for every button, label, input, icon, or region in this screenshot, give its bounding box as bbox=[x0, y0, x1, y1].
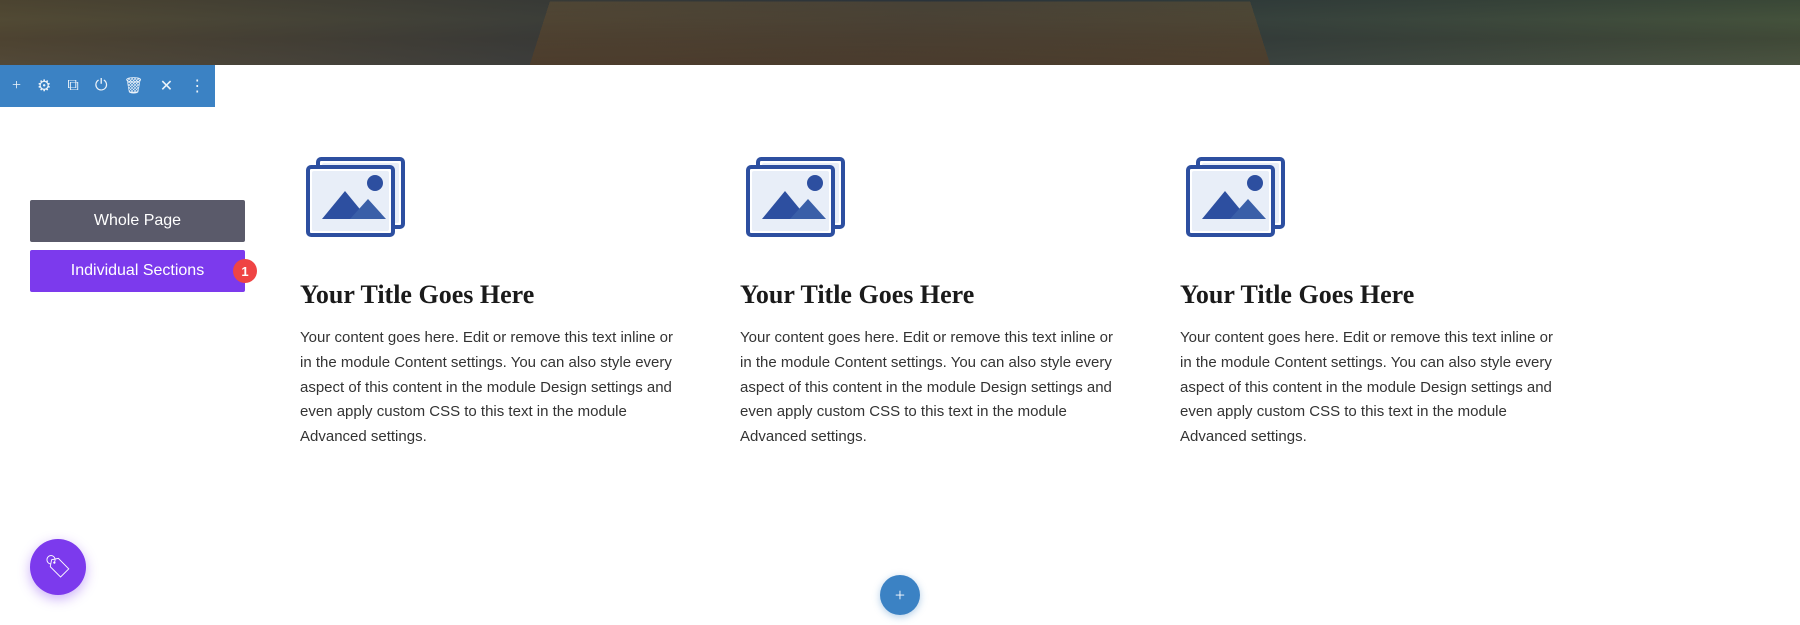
column-2-text: Your content goes here. Edit or remove t… bbox=[740, 326, 1120, 450]
image-placeholder-1 bbox=[300, 147, 420, 252]
image-placeholder-3 bbox=[1180, 147, 1300, 252]
content-column-2: Your Title Goes Here Your content goes h… bbox=[740, 147, 1120, 450]
column-1-text: Your content goes here. Edit or remove t… bbox=[300, 326, 680, 450]
tag-icon: 🏷 bbox=[44, 554, 72, 580]
add-icon[interactable]: + bbox=[12, 77, 21, 95]
main-content: Your Title Goes Here Your content goes h… bbox=[0, 107, 1800, 450]
content-column-3: Your Title Goes Here Your content goes h… bbox=[1180, 147, 1560, 450]
more-icon[interactable]: ⋮ bbox=[189, 76, 205, 96]
column-3-text: Your content goes here. Edit or remove t… bbox=[1180, 326, 1560, 450]
column-3-title: Your Title Goes Here bbox=[1180, 280, 1414, 310]
duplicate-icon[interactable]: ⧉ bbox=[67, 77, 78, 95]
column-1-title: Your Title Goes Here bbox=[300, 280, 534, 310]
toolbar: + ⚙ ⧉ ⏻ 🗑 ✕ ⋮ bbox=[0, 65, 215, 107]
content-column-1: Your Title Goes Here Your content goes h… bbox=[300, 147, 680, 450]
bottom-center-fab[interactable]: + bbox=[880, 575, 920, 615]
settings-icon[interactable]: ⚙ bbox=[37, 76, 51, 96]
close-icon[interactable]: ✕ bbox=[160, 76, 173, 96]
image-placeholder-2 bbox=[740, 147, 860, 252]
plus-icon: + bbox=[895, 585, 905, 606]
column-2-title: Your Title Goes Here bbox=[740, 280, 974, 310]
power-icon[interactable]: ⏻ bbox=[95, 77, 108, 95]
delete-icon[interactable]: 🗑 bbox=[123, 76, 143, 96]
top-banner bbox=[0, 0, 1800, 65]
fab-button[interactable]: 🏷 bbox=[30, 539, 86, 595]
